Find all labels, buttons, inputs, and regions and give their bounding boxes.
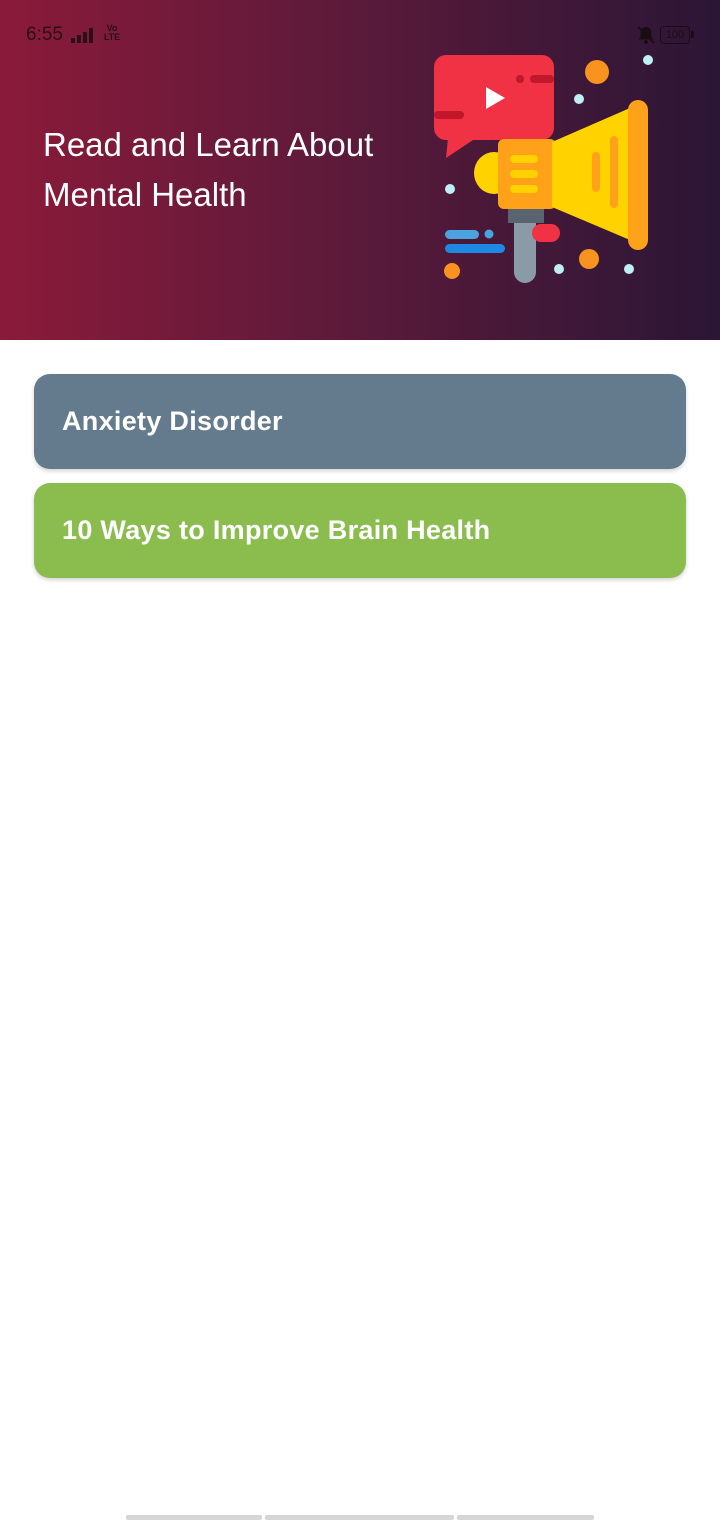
signal-icon bbox=[71, 28, 93, 43]
battery-level: 100 bbox=[660, 26, 690, 44]
article-list: Anxiety Disorder 10 Ways to Improve Brai… bbox=[34, 374, 686, 592]
article-list-panel: Anxiety Disorder 10 Ways to Improve Brai… bbox=[0, 340, 720, 1520]
article-card-anxiety-disorder[interactable]: Anxiety Disorder bbox=[34, 374, 686, 469]
status-time: 6:55 bbox=[26, 24, 63, 45]
nav-bar-segment-right bbox=[457, 1515, 594, 1520]
header-banner: 6:55 Vo LTE 100 Read and Learn About Ment… bbox=[0, 0, 720, 340]
nav-bar-segment-middle bbox=[265, 1515, 454, 1520]
app-screen: 6:55 Vo LTE 100 Read and Learn About Ment… bbox=[0, 0, 720, 1520]
article-card-label: 10 Ways to Improve Brain Health bbox=[62, 515, 491, 545]
bell-off-icon bbox=[637, 26, 655, 44]
page-title: Read and Learn About Mental Health bbox=[43, 126, 374, 213]
article-card-label: Anxiety Disorder bbox=[62, 406, 283, 436]
volte-icon: Vo LTE bbox=[103, 23, 121, 42]
article-card-brain-health[interactable]: 10 Ways to Improve Brain Health bbox=[34, 483, 686, 578]
megaphone-video-icon bbox=[434, 55, 653, 283]
battery-icon: 100 bbox=[660, 26, 694, 44]
nav-bar-segment-left bbox=[126, 1515, 262, 1520]
